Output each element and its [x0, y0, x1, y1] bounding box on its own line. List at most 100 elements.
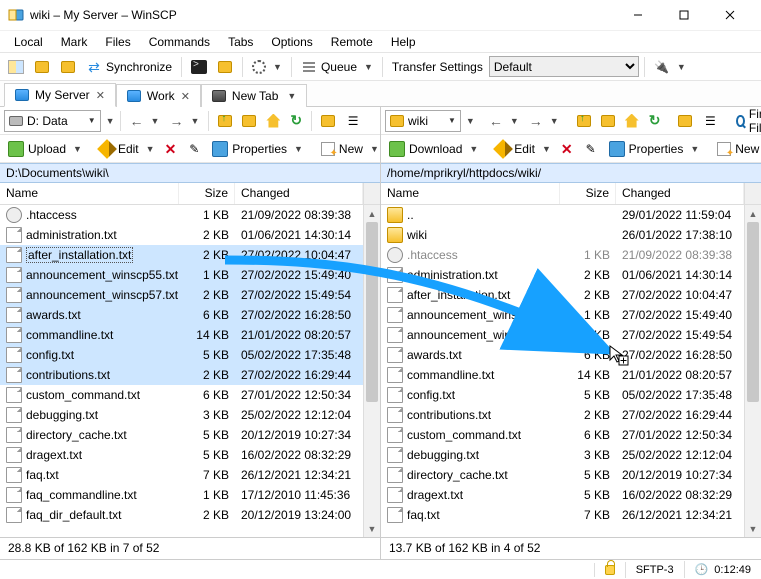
- remote-forward-button[interactable]: →▼: [525, 109, 563, 133]
- file-row[interactable]: contributions.txt2 KB27/02/2022 16:29:44: [0, 365, 363, 385]
- menu-options[interactable]: Options: [263, 33, 320, 51]
- menu-tabs[interactable]: Tabs: [220, 33, 261, 51]
- session-tab-work[interactable]: Work ✕: [116, 84, 201, 107]
- local-forward-button[interactable]: →▼: [165, 109, 203, 133]
- queue-button[interactable]: Queue ▼: [297, 55, 377, 79]
- maximize-button[interactable]: [661, 0, 707, 30]
- file-row[interactable]: after_installation.txt2 KB27/02/2022 10:…: [381, 285, 744, 305]
- file-row[interactable]: custom_command.txt6 KB27/01/2022 12:50:3…: [0, 385, 363, 405]
- toolbar-disconnect-button[interactable]: 🔌▼: [650, 55, 690, 79]
- scroll-thumb[interactable]: [366, 222, 378, 402]
- remote-edit-button[interactable]: Edit▼: [492, 137, 555, 161]
- file-row[interactable]: config.txt5 KB05/02/2022 17:35:48: [0, 345, 363, 365]
- file-row[interactable]: announcement_winscp55.txt1 KB27/02/2022 …: [0, 265, 363, 285]
- file-row[interactable]: dragext.txt5 KB16/02/2022 08:32:29: [0, 445, 363, 465]
- menu-help[interactable]: Help: [383, 33, 424, 51]
- remote-home-button[interactable]: [621, 109, 643, 133]
- remote-back-button[interactable]: ←▼: [485, 109, 523, 133]
- scroll-down-icon[interactable]: ▼: [745, 520, 761, 537]
- col-size[interactable]: Size: [179, 183, 235, 204]
- file-row[interactable]: custom_command.txt6 KB27/01/2022 12:50:3…: [381, 425, 744, 445]
- toolbar-terminal-button[interactable]: [187, 55, 211, 79]
- local-refresh-button[interactable]: ↻: [286, 109, 306, 133]
- local-scrollbar[interactable]: ▲ ▼: [363, 205, 380, 537]
- file-row[interactable]: .htaccess1 KB21/09/2022 08:39:38: [0, 205, 363, 225]
- file-row[interactable]: commandline.txt14 KB21/01/2022 08:20:57: [0, 325, 363, 345]
- file-row[interactable]: commandline.txt14 KB21/01/2022 08:20:57: [381, 365, 744, 385]
- menu-remote[interactable]: Remote: [323, 33, 381, 51]
- scroll-up-icon[interactable]: ▲: [364, 205, 380, 222]
- menu-commands[interactable]: Commands: [141, 33, 218, 51]
- synchronize-button[interactable]: ⇄ Synchronize: [82, 55, 176, 79]
- file-row[interactable]: awards.txt6 KB27/02/2022 16:28:50: [0, 305, 363, 325]
- file-row[interactable]: .htaccess1 KB21/09/2022 08:39:38: [381, 245, 744, 265]
- local-path-bar[interactable]: D:\Documents\wiki\: [0, 163, 380, 183]
- file-row[interactable]: after_installation.txt2 KB27/02/2022 10:…: [0, 245, 363, 265]
- local-home-button[interactable]: [262, 109, 284, 133]
- toolbar-settings-button[interactable]: ▼: [248, 55, 286, 79]
- transfer-settings-combo[interactable]: Default: [489, 56, 639, 77]
- file-row[interactable]: dragext.txt5 KB16/02/2022 08:32:29: [381, 485, 744, 505]
- session-tab-new[interactable]: New Tab ▼: [201, 84, 307, 107]
- local-file-list[interactable]: .htaccess1 KB21/09/2022 08:39:38administ…: [0, 205, 363, 537]
- session-tab-myserver[interactable]: My Server ✕: [4, 83, 116, 107]
- local-properties-button[interactable]: Properties▼: [208, 137, 307, 161]
- file-row[interactable]: administration.txt2 KB01/06/2021 14:30:1…: [0, 225, 363, 245]
- remote-path-bar[interactable]: /home/mprikryl/httpdocs/wiki/: [381, 163, 761, 183]
- remote-bookmark-button[interactable]: [674, 109, 696, 133]
- remote-delete-button[interactable]: ✕: [557, 137, 577, 161]
- drive-history-drop[interactable]: ▼: [106, 116, 115, 126]
- remote-properties-button[interactable]: Properties▼: [605, 137, 704, 161]
- local-new-button[interactable]: New▼: [317, 137, 383, 161]
- file-row[interactable]: directory_cache.txt5 KB20/12/2019 10:27:…: [0, 425, 363, 445]
- col-changed[interactable]: Changed: [616, 183, 744, 204]
- toolbar-sync-browse-button[interactable]: [30, 55, 54, 79]
- local-root-button[interactable]: [238, 109, 260, 133]
- local-delete-button[interactable]: ✕: [161, 137, 181, 161]
- remote-root-button[interactable]: [597, 109, 619, 133]
- menu-local[interactable]: Local: [6, 33, 51, 51]
- remote-rename-button[interactable]: ✎: [579, 137, 603, 161]
- close-button[interactable]: [707, 0, 753, 30]
- toolbar-layout-button[interactable]: [4, 55, 28, 79]
- local-back-button[interactable]: ←▼: [126, 109, 164, 133]
- menu-mark[interactable]: Mark: [53, 33, 96, 51]
- remote-dir-combo[interactable]: wiki ▼: [385, 110, 461, 132]
- file-row[interactable]: debugging.txt3 KB25/02/2022 12:12:04: [0, 405, 363, 425]
- toolbar-compare-button[interactable]: [56, 55, 80, 79]
- download-button[interactable]: Download▼: [385, 137, 482, 161]
- file-row[interactable]: announcement_winscp57.txt2 KB27/02/2022 …: [0, 285, 363, 305]
- file-row[interactable]: faq_commandline.txt1 KB17/12/2010 11:45:…: [0, 485, 363, 505]
- local-rename-button[interactable]: ✎: [182, 137, 206, 161]
- file-row[interactable]: announcement_winscp55.txt1 KB27/02/2022 …: [381, 305, 744, 325]
- local-edit-button[interactable]: Edit▼: [96, 137, 159, 161]
- file-row[interactable]: config.txt5 KB05/02/2022 17:35:48: [381, 385, 744, 405]
- scroll-down-icon[interactable]: ▼: [364, 520, 380, 537]
- file-row[interactable]: contributions.txt2 KB27/02/2022 16:29:44: [381, 405, 744, 425]
- upload-button[interactable]: Upload▼: [4, 137, 86, 161]
- remote-refresh-button[interactable]: ↻: [645, 109, 665, 133]
- find-files-button[interactable]: Find Files: [732, 109, 761, 133]
- menu-files[interactable]: Files: [97, 33, 138, 51]
- local-bookmark-button[interactable]: [317, 109, 339, 133]
- col-name[interactable]: Name: [0, 183, 179, 204]
- remote-new-button[interactable]: New▼: [713, 137, 761, 161]
- col-name[interactable]: Name: [381, 183, 560, 204]
- local-parent-button[interactable]: [214, 109, 236, 133]
- minimize-button[interactable]: [615, 0, 661, 30]
- file-row[interactable]: announcement_winscp57.txt2 KB27/02/2022 …: [381, 325, 744, 345]
- local-drive-combo[interactable]: D: Data ▼: [4, 110, 101, 132]
- scroll-up-icon[interactable]: ▲: [745, 205, 761, 222]
- file-row[interactable]: wiki26/01/2022 17:38:10: [381, 225, 744, 245]
- file-row[interactable]: faq_dir_default.txt2 KB20/12/2019 13:24:…: [0, 505, 363, 525]
- file-row[interactable]: administration.txt2 KB01/06/2021 14:30:1…: [381, 265, 744, 285]
- toolbar-explorer-button[interactable]: [213, 55, 237, 79]
- file-row[interactable]: faq.txt7 KB26/12/2021 12:34:21: [381, 505, 744, 525]
- remote-file-list[interactable]: ..29/01/2022 11:59:04wiki26/01/2022 17:3…: [381, 205, 744, 537]
- dir-history-drop[interactable]: ▼: [466, 116, 475, 126]
- file-row[interactable]: debugging.txt3 KB25/02/2022 12:12:04: [381, 445, 744, 465]
- remote-parent-button[interactable]: [573, 109, 595, 133]
- tab-close-icon[interactable]: ✕: [96, 89, 105, 102]
- remote-scrollbar[interactable]: ▲ ▼: [744, 205, 761, 537]
- scroll-thumb[interactable]: [747, 222, 759, 402]
